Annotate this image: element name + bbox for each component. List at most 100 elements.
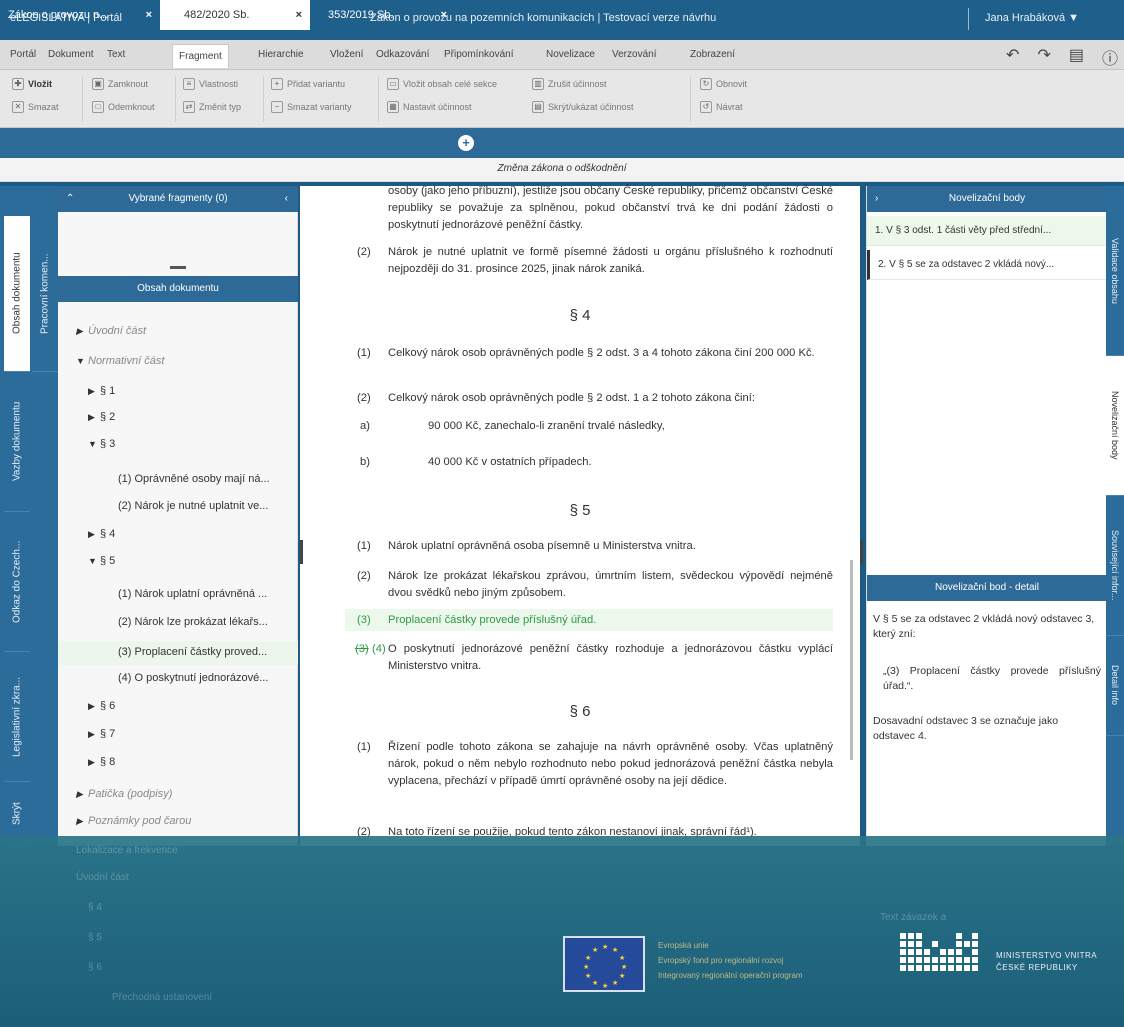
paragraph-s5-p2[interactable]: Nárok lze prokázat lékařskou zprávou, úm… [388, 568, 833, 602]
menu-hierarchie[interactable]: Hierarchie [258, 49, 304, 60]
menu-dokument[interactable]: Dokument [48, 49, 94, 60]
paragraph-s4-a[interactable]: 90 000 Kč, zanechalo-li zranění trvalé n… [428, 418, 828, 435]
tree-item-s5-p4[interactable]: (4) O poskytnutí jednorázové... [118, 672, 268, 684]
paragraph-s3-p2[interactable]: Nárok je nutné uplatnit ve formě písemné… [388, 244, 833, 278]
undo-icon[interactable]: ↶ [1006, 45, 1019, 69]
vtab-novelizacni-body[interactable]: Novelizační body [1106, 356, 1124, 496]
tree-item-paticka[interactable]: ▶ Patička (podpisy) [76, 788, 172, 800]
vtab-souvisejici-informace[interactable]: Související infor... [1106, 496, 1124, 636]
menu-verzovani[interactable]: Verzování [612, 49, 656, 60]
menu-text[interactable]: Text [107, 49, 125, 60]
zamknout-button[interactable]: ▣ Zamknout [92, 78, 148, 90]
paragraph-s5-p3-inserted[interactable]: Proplacení částky provede příslušný úřad… [388, 612, 833, 629]
menu-vlozeni[interactable]: Vložení [330, 49, 363, 60]
menu-portal[interactable]: Portál [10, 49, 36, 60]
collapse-icon[interactable]: ▼ [88, 556, 100, 566]
paragraph-number: (2) [357, 392, 371, 404]
zmenit-typ-button[interactable]: ⇄ Změnit typ [183, 101, 241, 113]
expand-icon[interactable]: ▶ [76, 789, 88, 800]
add-tab-button[interactable]: + [458, 135, 474, 151]
novelization-item-1[interactable]: 1. V § 3 odst. 1 části věty před střední… [867, 216, 1107, 246]
tree-item-s4[interactable]: ▶ § 4 [88, 528, 115, 540]
tree-item-s7[interactable]: ▶ § 7 [88, 728, 115, 740]
toolbar-separator [378, 76, 379, 122]
menu-fragment[interactable]: Fragment [172, 44, 229, 68]
chevron-left-icon[interactable]: ‹ [285, 186, 288, 212]
chevron-right-icon[interactable]: › [875, 186, 878, 212]
resize-handle[interactable] [170, 266, 186, 269]
smazat-button[interactable]: ✕ Smazat [12, 101, 59, 113]
paragraph-s5-p4[interactable]: O poskytnutí jednorázové peněžní částky … [388, 641, 833, 675]
novelization-item-2[interactable]: 2. V § 5 se za odstavec 2 vkládá nový... [867, 250, 1107, 280]
paragraph-s4-p2[interactable]: Celkový nárok osob oprávněných podle § 2… [388, 390, 833, 407]
chevron-up-icon[interactable]: ⌃ [66, 186, 74, 212]
editor-scrollbar[interactable] [850, 560, 853, 760]
menu-pripominkovani[interactable]: Připomínkování [444, 49, 513, 60]
close-icon[interactable]: × [296, 9, 302, 21]
skryt-ucinnost-button[interactable]: ▤ Skrýt/ukázat účinnost [532, 101, 634, 113]
tree-item-normativni-cast[interactable]: ▼ Normativní část [76, 355, 164, 367]
paragraph-s3-p1[interactable]: osoby (jako jeho příbuzní), jestliže jso… [388, 183, 833, 234]
expand-icon[interactable]: ▶ [88, 529, 100, 540]
tree-item-s6[interactable]: ▶ § 6 [88, 700, 115, 712]
vtab-legislativni-zkratky[interactable]: Legislativní zkra... [4, 652, 30, 782]
tab-zakon-o-provozu[interactable]: Zákon o provozu n... × [0, 0, 160, 30]
tab-482-2020[interactable]: 482/2020 Sb. × [160, 0, 310, 30]
tree-item-s5[interactable]: ▼ § 5 [88, 555, 115, 567]
collapse-icon[interactable]: ▼ [76, 356, 88, 366]
pridat-variantu-button[interactable]: + Přidat variantu [271, 78, 345, 90]
tree-item-s5-p2[interactable]: (2) Nárok lze prokázat lékařs... [118, 616, 268, 628]
tree-item-s3-p2[interactable]: (2) Nárok je nutné uplatnit ve... [118, 500, 268, 512]
menu-novelizace[interactable]: Novelizace [546, 49, 595, 60]
document-icon[interactable]: ▤ [1069, 45, 1084, 69]
paragraph-s4-b[interactable]: 40 000 Kč v ostatních případech. [428, 454, 828, 471]
user-menu[interactable]: Jana Hrabáková ▼ [985, 12, 1079, 24]
vtab-pracovni-komentare[interactable]: Pracovní komen... [32, 216, 58, 372]
tree-item-s1[interactable]: ▶ § 1 [88, 385, 115, 397]
left-splitter[interactable] [300, 540, 303, 564]
tab-353-2019[interactable]: 353/2019 Sb. × [310, 0, 455, 30]
odemknout-button[interactable]: □ Odemknout [92, 101, 155, 113]
vlozit-obsah-sekce-button[interactable]: ▭ Vložit obsah celé sekce [387, 78, 497, 90]
tree-item-poznamky[interactable]: ▶ Poznámky pod čarou [76, 815, 191, 827]
vtab-detail-info[interactable]: Detail info [1106, 636, 1124, 736]
vtab-odkaz-do-czech[interactable]: Odkaz do Czech... [4, 512, 30, 652]
vtab-validace-obsahu[interactable]: Validace obsahu [1106, 186, 1124, 356]
redo-icon[interactable]: ↷ [1037, 45, 1050, 69]
expand-icon[interactable]: ▶ [88, 757, 100, 768]
close-icon[interactable]: × [441, 9, 447, 21]
paragraph-s4-p1[interactable]: Celkový nárok osob oprávněných podle § 2… [388, 345, 833, 362]
paragraph-s6-p1[interactable]: Řízení podle tohoto zákona se zahajuje n… [388, 739, 833, 790]
obnovit-button[interactable]: ↻ Obnovit [700, 78, 747, 90]
help-icon[interactable]: ⓘ [1102, 45, 1118, 69]
collapse-icon[interactable]: ▼ [88, 439, 100, 449]
nastavit-ucinnost-button[interactable]: ▦ Nastavit účinnost [387, 101, 472, 113]
toolbar-separator [263, 76, 264, 122]
tree-item-s5-p1[interactable]: (1) Nárok uplatní oprávněná ... [118, 588, 267, 600]
tree-item-uvodni-cast[interactable]: ▶ Úvodní část [76, 325, 146, 337]
zrusit-ucinnost-button[interactable]: ▥ Zrušit účinnost [532, 78, 607, 90]
expand-icon[interactable]: ▶ [76, 816, 88, 827]
navrat-button[interactable]: ↺ Návrat [700, 101, 743, 113]
menu-odkazovani[interactable]: Odkazování [376, 49, 429, 60]
menu-zobrazeni[interactable]: Zobrazení [690, 49, 735, 60]
vlozit-button[interactable]: ✚ Vložit [12, 78, 52, 90]
vlastnosti-button[interactable]: ≡ Vlastnosti [183, 78, 238, 90]
paragraph-s5-p1[interactable]: Nárok uplatní oprávněná osoba písemně u … [388, 538, 833, 555]
expand-icon[interactable]: ▶ [88, 729, 100, 740]
right-splitter[interactable] [860, 540, 863, 564]
tree-item-s8[interactable]: ▶ § 8 [88, 756, 115, 768]
vtab-vazby-dokumentu[interactable]: Vazby dokumentu [4, 372, 30, 512]
paragraph-number: (1) [357, 540, 371, 552]
expand-icon[interactable]: ▶ [76, 326, 88, 337]
smazat-varianty-button[interactable]: − Smazat varianty [271, 101, 352, 113]
tree-item-s3-p1[interactable]: (1) Oprávněné osoby mají ná... [118, 473, 270, 485]
close-icon[interactable]: × [146, 9, 152, 21]
expand-icon[interactable]: ▶ [88, 701, 100, 712]
tree-item-s2[interactable]: ▶ § 2 [88, 411, 115, 423]
tree-item-s3[interactable]: ▼ § 3 [88, 438, 115, 450]
vtab-obsah-dokumentu[interactable]: Obsah dokumentu [4, 216, 30, 372]
expand-icon[interactable]: ▶ [88, 412, 100, 423]
expand-icon[interactable]: ▶ [88, 386, 100, 397]
tree-item-s5-p3[interactable]: (3) Proplacení částky proved... [58, 641, 298, 665]
